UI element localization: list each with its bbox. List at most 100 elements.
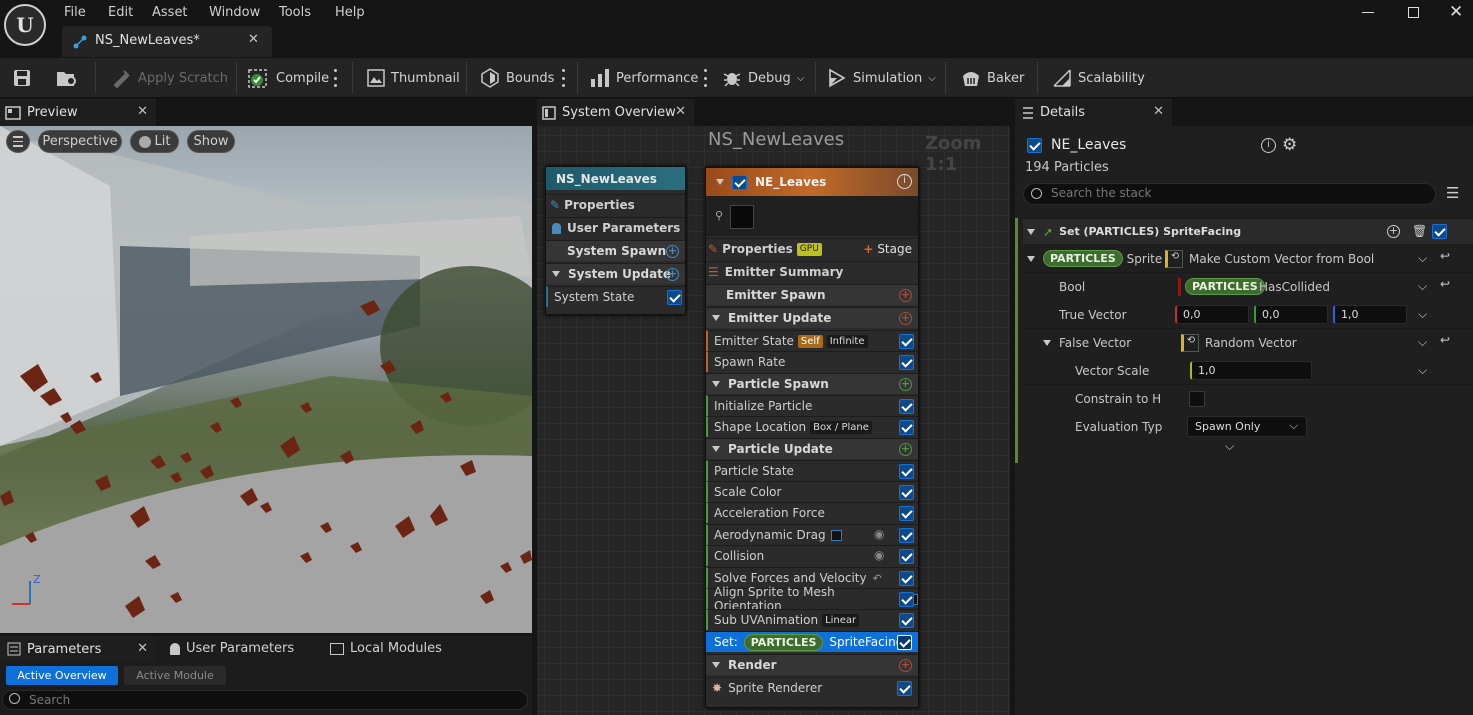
true-vector-chevron-down-icon[interactable]: ⌵ <box>1418 307 1427 322</box>
collision-row[interactable]: Collision ◉ <box>706 545 918 566</box>
vector-scale-chevron-down-icon[interactable]: ⌵ <box>1418 363 1427 378</box>
filter-icon[interactable]: ☰ <box>1446 184 1459 202</box>
system-overview-graph[interactable]: NS_NewLeaves Zoom 1:1 NS_NewLeaves ✎ Prop… <box>537 126 1010 715</box>
add-stage-button[interactable]: + Stage <box>863 242 912 256</box>
perspective-button[interactable]: Perspective <box>38 130 122 153</box>
add-parameter-icon[interactable]: + <box>1387 225 1400 238</box>
browse-button[interactable] <box>55 58 79 98</box>
constrain-checkbox[interactable] <box>1189 391 1205 407</box>
align-sprite-row[interactable]: Align Sprite to Mesh Orientation <box>706 585 918 613</box>
align-sprite-checkbox[interactable] <box>899 592 914 607</box>
reset-icon[interactable]: ↶ <box>873 572 882 585</box>
add-particle-spawn-icon[interactable]: + <box>899 378 912 391</box>
sprite-reset-icon[interactable]: ↩ <box>1440 249 1450 263</box>
apply-scratch-button[interactable]: Apply Scratch <box>112 58 228 98</box>
menu-asset[interactable]: Asset <box>152 5 188 20</box>
emitter-state-checkbox[interactable] <box>899 334 914 349</box>
vector-scale-input[interactable]: 1,0 <box>1190 361 1312 380</box>
document-tab-close-icon[interactable]: ✕ <box>248 32 259 47</box>
details-info-icon[interactable]: i <box>1261 138 1276 153</box>
info-icon[interactable]: i <box>897 174 912 189</box>
particle-state-row[interactable]: Particle State <box>706 460 918 481</box>
document-tab[interactable]: NS_NewLeaves* ✕ <box>62 26 272 57</box>
vector-scale-row[interactable]: Vector Scale 1,0 ⌵ <box>1023 356 1473 384</box>
section-enabled-checkbox[interactable] <box>1432 224 1447 239</box>
system-overview-tab[interactable]: System Overview ✕ <box>537 99 694 126</box>
solve-forces-checkbox[interactable] <box>899 571 914 586</box>
viewport-menu-button[interactable] <box>6 130 30 153</box>
evaluation-row[interactable]: Evaluation Typ Spawn Only ⌵ <box>1023 412 1473 440</box>
emitter-enable-checkbox[interactable] <box>732 174 747 190</box>
false-vector-reset-icon[interactable]: ↩ <box>1440 333 1450 347</box>
eye-icon[interactable]: ◉ <box>874 548 884 562</box>
parameters-search-input[interactable]: Search <box>2 690 528 710</box>
system-state-checkbox[interactable] <box>667 290 682 305</box>
set-sprite-facing-checkbox[interactable] <box>897 635 912 650</box>
system-node[interactable]: NS_NewLeaves ✎ Properties User Parameters… <box>545 166 686 315</box>
aerodynamic-drag-checkbox[interactable] <box>899 528 914 543</box>
menu-window[interactable]: Window <box>209 5 260 20</box>
user-parameters-tab[interactable]: User Parameters <box>170 641 294 656</box>
false-vector-row[interactable]: False Vector ⟲ Random Vector ⌵ ↩ <box>1023 328 1473 356</box>
active-overview-button[interactable]: Active Overview <box>6 666 118 685</box>
emitter-collapse-icon[interactable] <box>716 179 724 185</box>
system-properties-row[interactable]: ✎ Properties <box>546 194 685 215</box>
show-button[interactable]: Show <box>187 130 235 153</box>
constrain-row[interactable]: Constrain to H <box>1023 384 1473 412</box>
scalability-button[interactable]: Scalability <box>1052 58 1145 98</box>
system-state-row[interactable]: System State <box>546 286 685 307</box>
debug-button[interactable]: Debug ⌵ <box>722 58 804 98</box>
sprite-chevron-down-icon[interactable]: ⌵ <box>1418 251 1427 266</box>
collapse-icon[interactable] <box>712 446 720 452</box>
true-vector-y-input[interactable]: 0,0 <box>1254 305 1328 324</box>
true-vector-row[interactable]: True Vector 0,0 0,0 1,0 ⌵ <box>1023 300 1473 328</box>
compile-button[interactable]: Compile <box>248 58 329 98</box>
collapse-icon[interactable] <box>1027 228 1035 235</box>
sprite-renderer-row[interactable]: ✸ Sprite Renderer <box>706 677 918 698</box>
set-sprite-facing-row[interactable]: Set: PARTICLES SpriteFacing <box>706 631 918 652</box>
collapse-icon[interactable] <box>712 315 720 321</box>
performance-button[interactable]: Performance <box>590 58 698 98</box>
eye-icon[interactable]: ◉ <box>874 527 884 541</box>
spawn-rate-checkbox[interactable] <box>899 355 914 370</box>
sprite-row[interactable]: PARTICLES Sprite ⟲ Make Custom Vector fr… <box>1023 244 1473 272</box>
sprite-renderer-checkbox[interactable] <box>897 681 912 696</box>
menu-help[interactable]: Help <box>335 5 365 20</box>
preview-tab[interactable]: Preview ✕ <box>0 99 156 126</box>
delete-icon[interactable]: 🗑 <box>1412 224 1427 238</box>
details-settings-gear-icon[interactable]: ⚙ <box>1282 135 1297 155</box>
true-vector-z-input[interactable]: 1,0 <box>1333 305 1407 324</box>
collapse-icon[interactable] <box>1027 255 1035 262</box>
lit-button[interactable]: Lit <box>130 130 179 153</box>
bool-row[interactable]: Bool PARTICLES HasCollided ⌵ ↩ <box>1023 272 1473 300</box>
render-row[interactable]: Render + <box>706 654 918 675</box>
particle-state-checkbox[interactable] <box>899 464 914 479</box>
acceleration-force-row[interactable]: Acceleration Force <box>706 502 918 523</box>
false-vector-chevron-down-icon[interactable]: ⌵ <box>1418 335 1427 350</box>
initialize-particle-row[interactable]: Initialize Particle <box>706 395 918 416</box>
menu-edit[interactable]: Edit <box>108 5 133 20</box>
details-close-icon[interactable]: ✕ <box>1153 104 1164 119</box>
unreal-logo-icon[interactable]: U <box>4 4 46 46</box>
collapse-icon[interactable] <box>1043 339 1051 346</box>
section-header-row[interactable]: ➚ Set (PARTICLES) SpriteFacing + 🗑 <box>1023 218 1473 244</box>
add-system-update-icon[interactable]: + <box>666 268 679 281</box>
aerodynamic-drag-row[interactable]: Aerodynamic Drag ◉ <box>706 524 918 545</box>
system-user-parameters-row[interactable]: User Parameters <box>546 217 685 238</box>
add-particle-update-icon[interactable]: + <box>899 443 912 456</box>
sub-uv-row[interactable]: Sub UVAnimation Linear <box>706 609 918 630</box>
bounds-options-icon[interactable] <box>561 69 565 87</box>
add-system-spawn-icon[interactable]: + <box>666 245 679 258</box>
system-update-row[interactable]: System Update + <box>546 263 685 284</box>
preview-close-icon[interactable]: ✕ <box>137 104 148 119</box>
collision-checkbox[interactable] <box>899 549 914 564</box>
initialize-particle-checkbox[interactable] <box>899 399 914 414</box>
particle-spawn-row[interactable]: Particle Spawn + <box>706 373 918 394</box>
performance-options-icon[interactable] <box>703 69 707 87</box>
scale-color-row[interactable]: Scale Color <box>706 481 918 502</box>
active-module-button[interactable]: Active Module <box>124 666 226 685</box>
acceleration-force-checkbox[interactable] <box>899 506 914 521</box>
minimize-icon[interactable] <box>1362 12 1374 13</box>
save-button[interactable] <box>12 58 32 98</box>
add-renderer-icon[interactable]: + <box>899 659 912 672</box>
